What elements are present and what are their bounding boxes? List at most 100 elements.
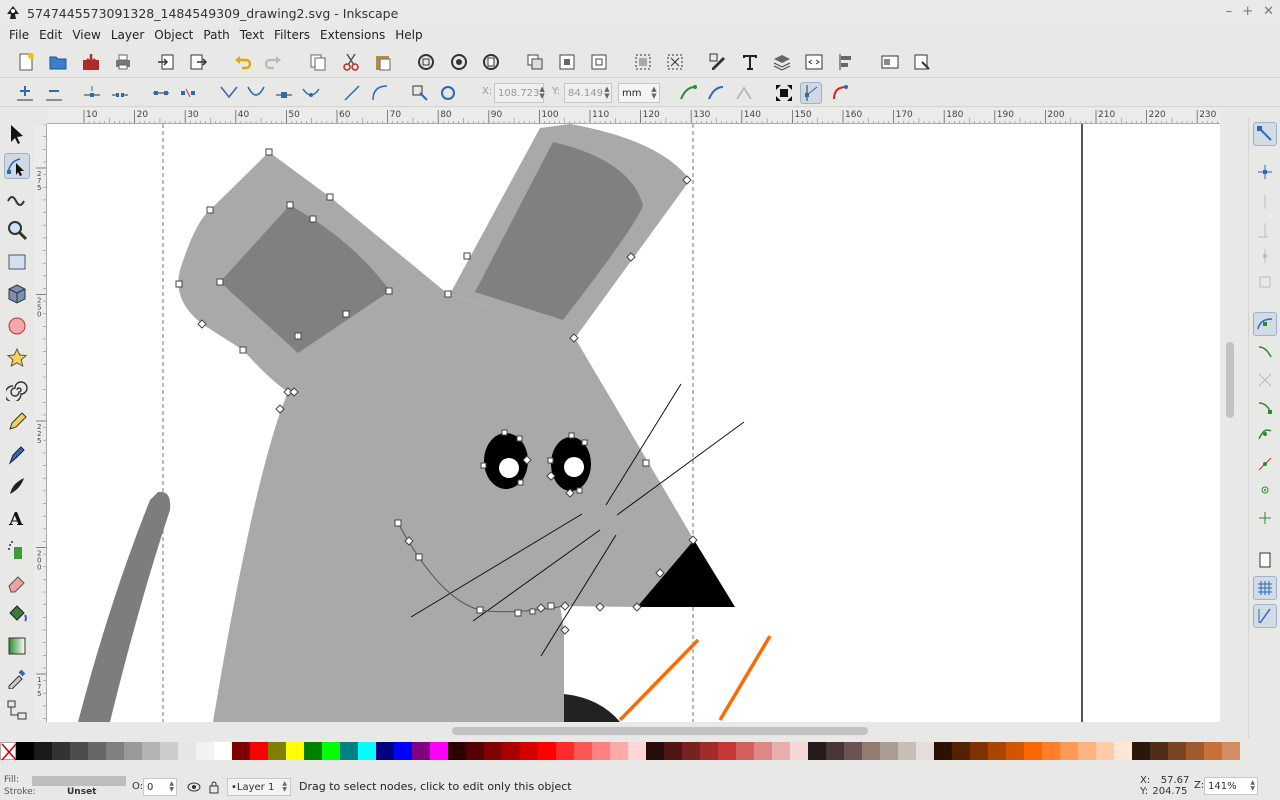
y-coordinate-input[interactable]: 84.149 ▲ ▼ xyxy=(564,83,612,103)
color-swatch[interactable] xyxy=(196,742,214,760)
opacity-input[interactable]: 0 ▲ ▼ xyxy=(143,778,177,796)
symmetric-node-button[interactable] xyxy=(273,82,295,104)
menu-help[interactable]: Help xyxy=(390,28,427,42)
show-outline-button[interactable] xyxy=(829,82,851,104)
join-segment-button[interactable] xyxy=(150,82,172,104)
mask-button[interactable] xyxy=(733,82,755,104)
color-swatch[interactable] xyxy=(340,742,358,760)
ungroup-button[interactable] xyxy=(664,51,686,73)
color-swatch[interactable] xyxy=(1222,742,1240,760)
horizontal-scroll-thumb[interactable] xyxy=(452,727,868,735)
drawing-canvas[interactable] xyxy=(47,124,1220,722)
group-button[interactable] xyxy=(632,51,654,73)
maximize-icon[interactable]: + xyxy=(1242,4,1253,19)
menu-view[interactable]: View xyxy=(67,28,105,42)
text-font-button[interactable] xyxy=(739,51,761,73)
delete-node-button[interactable] xyxy=(43,82,65,104)
minimize-icon[interactable]: – xyxy=(1226,4,1233,19)
selector-tool[interactable] xyxy=(4,121,30,147)
preferences-button[interactable] xyxy=(911,51,933,73)
menu-extensions[interactable]: Extensions xyxy=(315,28,390,42)
snap-cusp-nodes-button[interactable] xyxy=(1253,396,1277,420)
dropper-tool[interactable] xyxy=(4,665,30,691)
import-button[interactable] xyxy=(155,51,177,73)
calligraphy-tool[interactable] xyxy=(4,473,30,499)
close-icon[interactable]: ✕ xyxy=(1263,4,1274,19)
menu-path[interactable]: Path xyxy=(198,28,234,42)
tooth-right[interactable] xyxy=(718,635,772,721)
snap-rotation-center-button[interactable] xyxy=(1253,506,1277,530)
align-distribute-button[interactable] xyxy=(835,51,857,73)
eraser-tool[interactable] xyxy=(4,569,30,595)
color-swatch[interactable] xyxy=(214,742,232,760)
color-swatch[interactable] xyxy=(412,742,430,760)
color-swatch[interactable] xyxy=(808,742,826,760)
layers-button[interactable] xyxy=(771,51,793,73)
break-path-button[interactable] xyxy=(109,82,131,104)
tooth-left[interactable] xyxy=(618,638,700,722)
cut-button[interactable] xyxy=(340,51,362,73)
color-swatch[interactable] xyxy=(988,742,1006,760)
color-swatch[interactable] xyxy=(1186,742,1204,760)
save-button[interactable] xyxy=(80,51,102,73)
menu-file[interactable]: File xyxy=(4,28,34,42)
zoom-page-button[interactable] xyxy=(480,51,502,73)
smooth-node-button[interactable] xyxy=(245,82,267,104)
snap-nodes-button[interactable] xyxy=(1253,312,1277,336)
segment-curve-button[interactable] xyxy=(369,82,391,104)
color-swatch[interactable] xyxy=(466,742,484,760)
clone-button[interactable] xyxy=(556,51,578,73)
color-swatch[interactable] xyxy=(520,742,538,760)
color-swatch[interactable] xyxy=(1150,742,1168,760)
color-swatch[interactable] xyxy=(376,742,394,760)
color-swatch[interactable] xyxy=(286,742,304,760)
stroke-to-path-button[interactable] xyxy=(437,82,459,104)
color-swatch[interactable] xyxy=(772,742,790,760)
color-swatch[interactable] xyxy=(556,742,574,760)
layer-select[interactable]: •Layer 1 ▲ ▼ xyxy=(227,778,291,796)
snap-bbox-corner-button[interactable] xyxy=(1253,218,1277,242)
color-swatch[interactable] xyxy=(1204,742,1222,760)
color-swatch[interactable] xyxy=(1114,742,1132,760)
show-handles-button[interactable] xyxy=(800,82,822,104)
color-swatch[interactable] xyxy=(34,742,52,760)
snap-grids-button[interactable] xyxy=(1253,576,1277,600)
fill-indicator[interactable] xyxy=(32,776,126,786)
color-swatch[interactable] xyxy=(1006,742,1024,760)
zoom-tool[interactable] xyxy=(4,217,30,243)
color-swatch[interactable] xyxy=(394,742,412,760)
node-tool[interactable] xyxy=(4,153,30,179)
color-swatch[interactable] xyxy=(898,742,916,760)
color-swatch[interactable] xyxy=(970,742,988,760)
next-path-effect-button[interactable] xyxy=(677,82,699,104)
snap-line-midpoints-button[interactable] xyxy=(1253,452,1277,476)
export-button[interactable] xyxy=(187,51,209,73)
vertical-scrollbar[interactable] xyxy=(1222,124,1238,722)
insert-node-button[interactable] xyxy=(14,82,36,104)
menu-object[interactable]: Object xyxy=(149,28,198,42)
color-swatch[interactable] xyxy=(826,742,844,760)
vertical-scroll-thumb[interactable] xyxy=(1226,342,1234,418)
color-swatch[interactable] xyxy=(232,742,250,760)
unlink-clone-button[interactable] xyxy=(588,51,610,73)
rectangle-tool[interactable] xyxy=(4,249,30,275)
join-nodes-button[interactable] xyxy=(81,82,103,104)
eye-icon[interactable] xyxy=(187,781,201,793)
x-coordinate-input[interactable]: 108.723 ▲ ▼ xyxy=(494,83,545,103)
menu-edit[interactable]: Edit xyxy=(34,28,67,42)
clippath-button[interactable] xyxy=(705,82,727,104)
color-swatch[interactable] xyxy=(250,742,268,760)
redo-button[interactable] xyxy=(262,51,284,73)
menu-text[interactable]: Text xyxy=(235,28,269,42)
color-swatch[interactable] xyxy=(502,742,520,760)
zoom-selection-button[interactable] xyxy=(415,51,437,73)
color-swatch[interactable] xyxy=(484,742,502,760)
horizontal-scrollbar[interactable] xyxy=(47,723,1220,739)
color-swatch[interactable] xyxy=(322,742,340,760)
open-button[interactable] xyxy=(47,51,69,73)
color-swatch[interactable] xyxy=(790,742,808,760)
color-swatch[interactable] xyxy=(574,742,592,760)
color-swatch[interactable] xyxy=(682,742,700,760)
no-paint-swatch[interactable] xyxy=(0,742,17,761)
object-to-path-button[interactable] xyxy=(409,82,431,104)
